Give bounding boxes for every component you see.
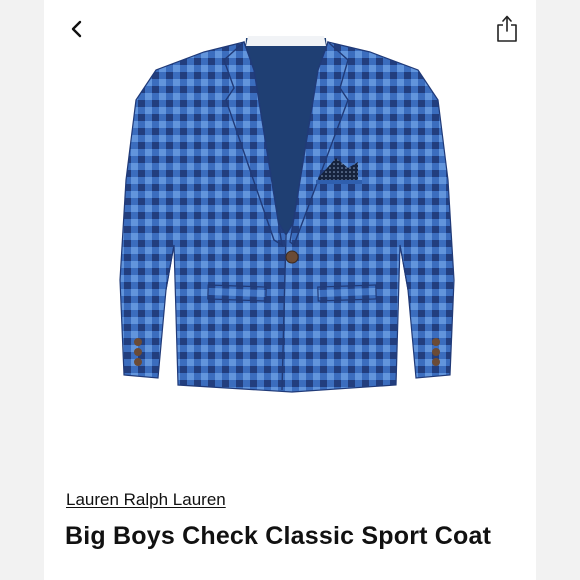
pocket-flap-right [317, 284, 377, 302]
back-button[interactable] [62, 14, 92, 44]
cuff-buttons-right [432, 338, 440, 366]
pocket-flap-left [207, 284, 267, 302]
chest-pocket [316, 180, 362, 184]
brand-link[interactable]: Lauren Ralph Lauren [66, 490, 226, 510]
share-icon [497, 15, 517, 42]
product-title: Big Boys Check Classic Sport Coat [65, 522, 492, 550]
coat-collar-back [246, 36, 326, 46]
coat-button [285, 250, 299, 264]
product-image[interactable] [96, 30, 476, 405]
chevron-left-icon [71, 20, 82, 38]
share-button[interactable] [492, 12, 522, 46]
product-screen: Lauren Ralph Lauren Big Boys Check Class… [0, 0, 580, 580]
cuff-buttons-left [134, 338, 142, 366]
